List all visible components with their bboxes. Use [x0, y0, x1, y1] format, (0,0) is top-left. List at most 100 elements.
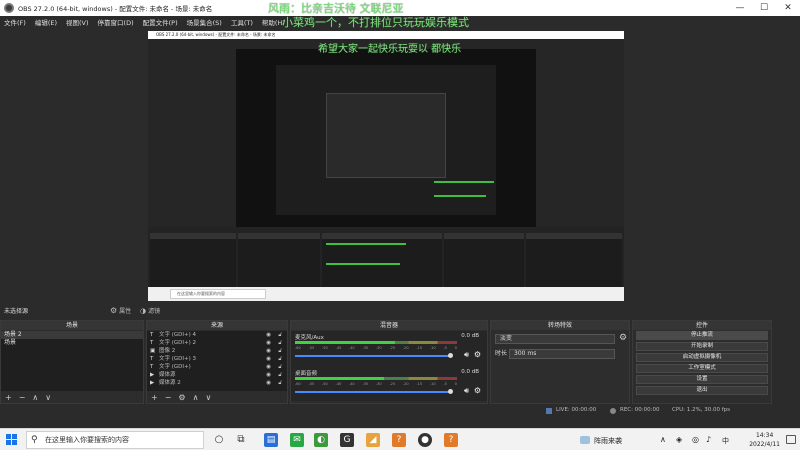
eye-icon[interactable]: ◉	[266, 331, 271, 339]
nested-transitions-panel	[444, 233, 524, 289]
settings-button[interactable]: 设置	[636, 375, 768, 384]
mixer-track-desktop: 桌面音频 0.0 dB -60 -55 -50 -45 -40 -35 -30 -25 -20-…	[291, 367, 487, 403]
network-icon	[546, 408, 552, 414]
menu-profile[interactable]: 配置文件(P)	[143, 17, 178, 27]
live-timer: LIVE: 00:00:00	[556, 407, 597, 413]
menu-file[interactable]: 文件(F)	[4, 17, 26, 27]
filters-button[interactable]: ◑ 滤镜	[140, 306, 160, 316]
menu-scene-collection[interactable]: 场景集合(S)	[187, 17, 222, 27]
nested-meter-line	[326, 243, 406, 245]
taskbar-search-box[interactable]: ⚲ 在这里输入你要搜索的内容	[26, 431, 204, 449]
no-source-label: 未选择源	[4, 308, 29, 315]
task-view-icon[interactable]: ○	[212, 433, 226, 447]
obs-taskbar-icon[interactable]: ●	[418, 433, 432, 447]
volume-slider[interactable]	[295, 355, 451, 357]
notification-icon[interactable]	[786, 435, 796, 444]
move-up-icon[interactable]: ∧	[193, 393, 199, 402]
add-source-icon[interactable]: +	[151, 393, 158, 402]
volume-tray-icon[interactable]: ◈	[676, 435, 682, 444]
source-item[interactable]: T 文字 (GDI+) 2 ◉ 🔓︎	[147, 339, 287, 347]
source-item[interactable]: ▶ 媒体源 ◉ 🔓︎	[147, 371, 287, 379]
speaker-icon[interactable]: 🔊︎	[464, 386, 469, 396]
media-source-icon: ▶	[150, 380, 155, 386]
nested-sources-panel	[238, 233, 320, 289]
nested-controls-panel	[526, 233, 622, 289]
remove-scene-icon[interactable]: −	[19, 393, 26, 402]
mixer-header: 混音器	[291, 321, 487, 330]
volume-slider-handle[interactable]	[448, 389, 453, 394]
volume-slider-handle[interactable]	[448, 353, 453, 358]
eye-icon[interactable]: ◉	[266, 347, 271, 355]
source-item[interactable]: T 文字 (GDI+) 4 ◉ 🔓︎	[147, 331, 287, 339]
scene-item[interactable]: 场景	[1, 339, 143, 347]
lock-icon[interactable]: 🔓︎	[278, 363, 282, 371]
preview-canvas[interactable]: OBS 27.2.0 (64-bit, windows) - 配置文件: 未命名…	[148, 31, 624, 301]
steam-icon[interactable]: G	[340, 433, 354, 447]
speaker-icon[interactable]: 🔊︎	[464, 350, 469, 360]
transition-select[interactable]: 淡变	[495, 334, 615, 344]
move-down-icon[interactable]: ∨	[45, 393, 51, 402]
studio-mode-button[interactable]: 工作室模式	[636, 364, 768, 373]
start-virtual-camera-button[interactable]: 启动虚拟摄像机	[636, 353, 768, 362]
menu-docks[interactable]: 停靠窗口(D)	[98, 17, 134, 27]
network-tray-icon[interactable]: ◎	[692, 435, 699, 444]
menu-tools[interactable]: 工具(T)	[231, 17, 253, 27]
source-item[interactable]: ▣ 图像 2 ◉ 🔓︎	[147, 347, 287, 355]
maximize-button[interactable]: ☐	[752, 0, 776, 16]
lock-icon[interactable]: 🔓︎	[278, 355, 282, 363]
wechat-icon[interactable]: ✉	[290, 433, 304, 447]
volume-slider[interactable]	[295, 391, 451, 393]
ime-indicator[interactable]: 中	[722, 436, 729, 446]
source-item[interactable]: T 文字 (GDI+) 3 ◉ 🔓︎	[147, 355, 287, 363]
gear-icon[interactable]: ⚙	[474, 386, 481, 395]
meter-scale: -60 -55 -50 -45 -40 -35 -30 -25 -20 -15 -10 -5 0	[295, 382, 457, 386]
gear-icon[interactable]: ⚙	[619, 333, 627, 343]
source-settings-icon[interactable]: ⚙	[178, 393, 185, 402]
eye-icon[interactable]: ◉	[266, 355, 271, 363]
task-switch-icon[interactable]: ⧉	[234, 433, 248, 447]
unknown-app-icon[interactable]: ?	[444, 433, 458, 447]
lock-icon[interactable]: 🔓︎	[278, 371, 282, 379]
remove-source-icon[interactable]: −	[165, 393, 172, 402]
move-up-icon[interactable]: ∧	[32, 393, 38, 402]
close-button[interactable]: ✕	[776, 0, 800, 16]
add-scene-icon[interactable]: +	[5, 393, 12, 402]
unknown-app-icon[interactable]: ?	[392, 433, 406, 447]
nested-preview-deeper	[326, 93, 446, 178]
source-item[interactable]: ▶ 媒体源 2 ◉ 🔓︎	[147, 379, 287, 387]
browser-icon[interactable]: ◐	[314, 433, 328, 447]
tray-arrow-icon[interactable]: ∧	[660, 435, 666, 444]
start-recording-button[interactable]: 开始录制	[636, 342, 768, 351]
lock-icon[interactable]: 🔓︎	[278, 331, 282, 339]
minimize-button[interactable]: —	[728, 0, 752, 16]
window-edge	[790, 27, 800, 305]
eye-icon[interactable]: ◉	[266, 371, 271, 379]
lock-icon[interactable]: 🔓︎	[278, 347, 282, 355]
weather-icon[interactable]	[580, 436, 590, 444]
scene-item[interactable]: 场景 2	[1, 331, 143, 339]
text-source-icon: T	[150, 356, 154, 362]
gear-icon[interactable]: ⚙	[474, 350, 481, 359]
eye-icon[interactable]: ◉	[266, 379, 271, 387]
menu-view[interactable]: 视图(V)	[66, 17, 89, 27]
exit-button[interactable]: 退出	[636, 386, 768, 395]
speaker-tray-icon[interactable]: ♪	[706, 435, 711, 444]
windows-start-icon[interactable]	[6, 434, 18, 446]
file-explorer-icon[interactable]: ▤	[264, 433, 278, 447]
duration-input[interactable]: 300 ms	[509, 349, 615, 359]
properties-button[interactable]: ⚙ 属性	[110, 306, 131, 315]
lock-icon[interactable]: 🔓︎	[278, 339, 282, 347]
stop-streaming-button[interactable]: 停止推流	[636, 331, 768, 340]
game-launcher-icon[interactable]: ◢	[366, 433, 380, 447]
source-item[interactable]: T 文字 (GDI+) ◉ 🔓︎	[147, 363, 287, 371]
eye-icon[interactable]: ◉	[266, 363, 271, 371]
move-down-icon[interactable]: ∨	[205, 393, 211, 402]
weather-text[interactable]: 阵雨来袭	[594, 436, 622, 446]
sources-footer: + − ⚙ ∧ ∨	[147, 391, 287, 403]
eye-icon[interactable]: ◉	[266, 339, 271, 347]
lock-icon[interactable]: 🔓︎	[278, 379, 282, 387]
menu-edit[interactable]: 编辑(E)	[35, 17, 57, 27]
volume-meter	[295, 377, 457, 380]
taskbar-clock[interactable]: 14:34 2022/4/11	[749, 431, 780, 449]
cpu-fps: CPU: 1.2%, 30.00 fps	[672, 407, 731, 413]
